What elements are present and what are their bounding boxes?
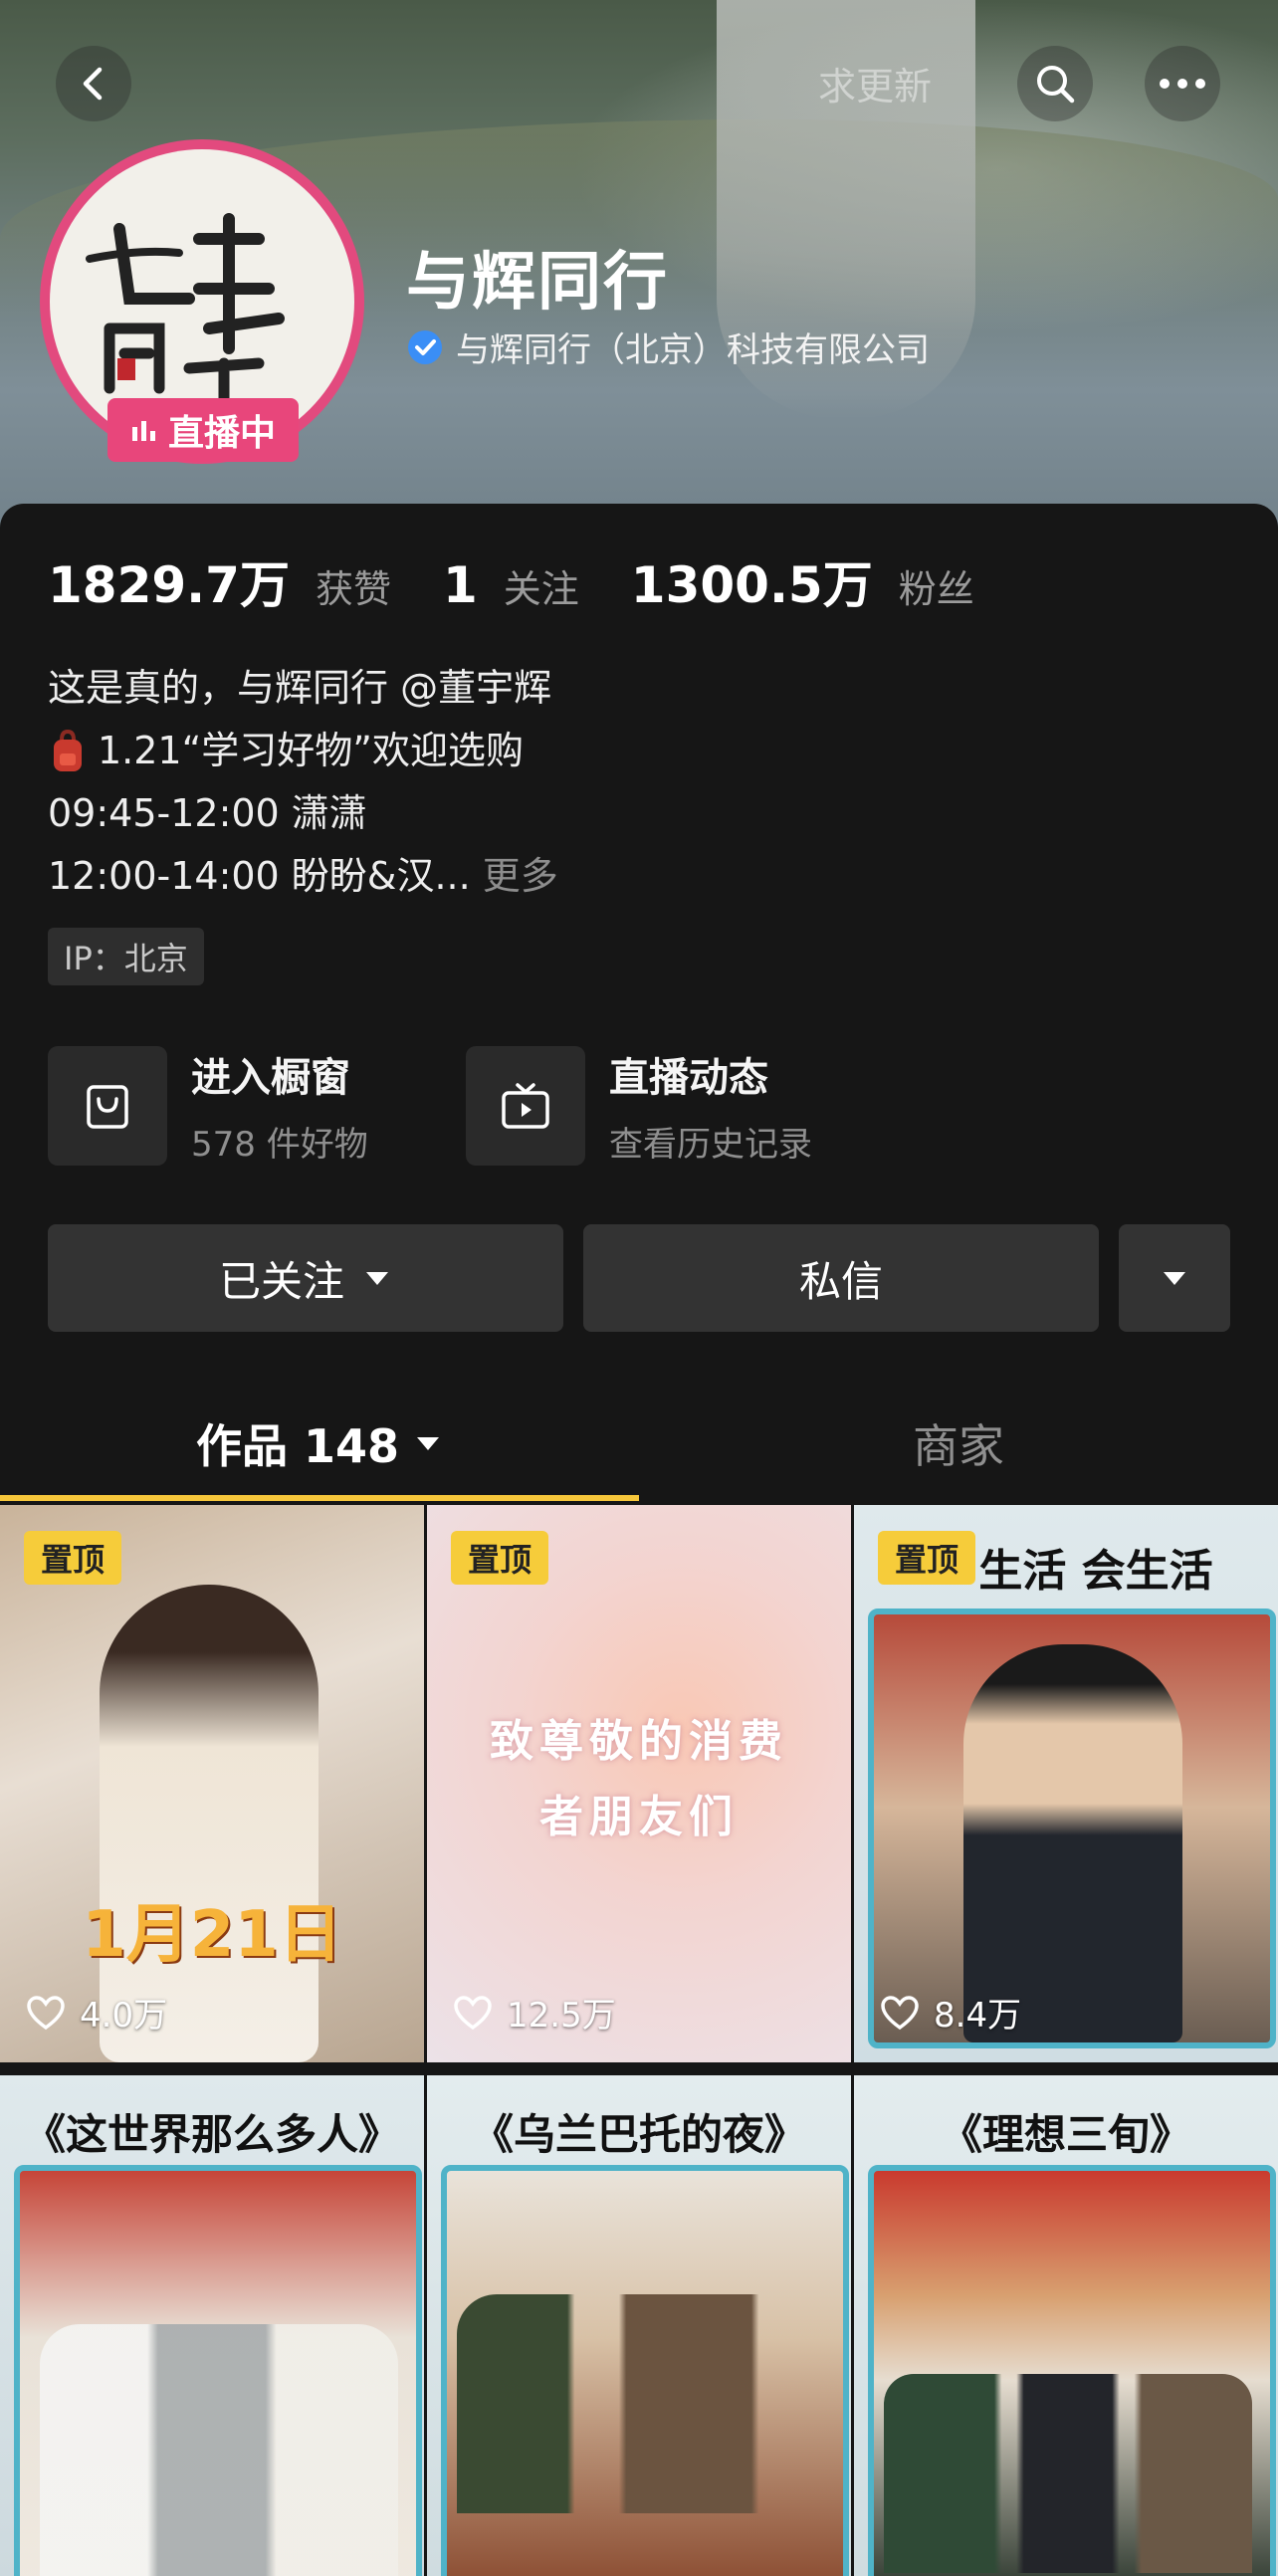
bio-line-4: 12:00-14:00 盼盼&汉... — [48, 854, 471, 898]
search-button[interactable] — [1017, 46, 1093, 121]
verified-org: 与辉同行（北京）科技有限公司 — [406, 322, 930, 371]
video-thumbnail-person — [963, 1644, 1182, 2042]
bio-line-4-row: 12:00-14:00 盼盼&汉... 更多 — [48, 845, 558, 908]
bio-line-1: 这是真的，与辉同行 @董宇辉 — [48, 666, 552, 710]
header-title-overlay: 求更新 — [818, 65, 933, 108]
video-likes-count: 8.4万 — [934, 1996, 1022, 2036]
profile-bio: 这是真的，与辉同行 @董宇辉 1.21“学习好物”欢迎选购 09:45-12:0… — [48, 657, 558, 908]
entry-icon-box — [466, 1045, 585, 1166]
heart-icon — [454, 1995, 492, 2030]
video-likes-count: 4.0万 — [80, 1996, 168, 2036]
verified-org-label: 与辉同行（北京）科技有限公司 — [456, 330, 930, 370]
live-bars-icon — [131, 421, 155, 441]
stats-row: 1829.7万 获赞 1 关注 1300.5万 粉丝 — [48, 545, 1000, 617]
likes-label: 获赞 — [315, 567, 391, 611]
bio-more-link[interactable]: 更多 — [483, 854, 558, 898]
bio-line-2-row: 1.21“学习好物”欢迎选购 — [48, 720, 558, 782]
live-badge[interactable]: 直播中 — [107, 398, 299, 462]
followers-label[interactable]: 粉丝 — [899, 558, 974, 613]
live-history-title: 直播动态 — [609, 1055, 768, 1101]
video-likes: 4.0万 — [26, 1988, 167, 2037]
video-card[interactable]: 《乌兰巴托的夜》 — [427, 2075, 851, 2576]
bio-line-2: 1.21“学习好物”欢迎选购 — [98, 729, 524, 772]
video-likes-count: 12.5万 — [507, 1996, 616, 2036]
video-overlay-text: 《这世界那么多人》 — [23, 2110, 400, 2159]
tab-merchants-label: 商家 — [913, 1419, 1004, 1473]
message-button-label: 私信 — [798, 1256, 883, 1306]
video-card[interactable]: 《这世界那么多人》 — [0, 2075, 424, 2576]
live-history-subtitle: 查看历史记录 — [609, 1125, 812, 1165]
tab-merchants[interactable]: 商家 — [639, 1408, 1278, 1478]
video-card[interactable]: 1月21日 置顶 4.0万 — [0, 1505, 424, 2062]
ip-location-tag: IP：北京 — [48, 928, 204, 985]
video-overlay-text: 1月21日 — [82, 1898, 342, 1972]
shop-window-subtitle: 578 件好物 — [191, 1125, 368, 1165]
more-actions-button[interactable] — [1119, 1224, 1230, 1332]
video-overlay-text: 《理想三旬》 — [940, 2110, 1191, 2159]
heart-icon — [881, 1995, 919, 2030]
search-icon — [1037, 66, 1075, 104]
caret-down-icon — [1164, 1272, 1185, 1285]
tab-works-label: 作品 148 — [195, 1419, 400, 1473]
video-thumbnail-people — [457, 2294, 825, 2513]
message-button[interactable]: 私信 — [583, 1224, 1099, 1332]
pinned-badge: 置顶 — [451, 1531, 548, 1585]
video-likes: 12.5万 — [453, 1988, 616, 2037]
live-history-entry[interactable]: 直播动态 查看历史记录 — [466, 1045, 812, 1166]
shop-window-entry[interactable]: 进入橱窗 578 件好物 — [48, 1045, 368, 1166]
tab-works[interactable]: 作品 148 — [0, 1408, 639, 1478]
video-thumbnail-people — [40, 2324, 398, 2576]
more-dots-icon — [1160, 79, 1205, 89]
shopping-bag-icon — [87, 1084, 128, 1129]
video-overlay-text: 《乌兰巴托的夜》 — [471, 2110, 806, 2159]
video-thumbnail-people — [884, 2374, 1252, 2573]
followers-count[interactable]: 1300.5万 — [631, 545, 873, 617]
more-options-button[interactable] — [1145, 46, 1220, 121]
followed-button-label: 已关注 — [218, 1256, 344, 1306]
video-card[interactable]: 致尊敬的消费者朋友们 置顶 12.5万 — [427, 1505, 851, 2062]
video-card[interactable]: 《理想三旬》 — [854, 2075, 1278, 2576]
following-count[interactable]: 1 — [443, 556, 478, 614]
heart-icon — [27, 1995, 65, 2030]
pinned-badge: 置顶 — [878, 1531, 975, 1585]
following-label[interactable]: 关注 — [504, 558, 579, 613]
tv-play-icon — [502, 1082, 549, 1129]
profile-name: 与辉同行 — [406, 246, 669, 320]
verified-check-icon — [408, 329, 442, 364]
video-likes: 8.4万 — [880, 1988, 1021, 2037]
entry-icon-box — [48, 1045, 167, 1166]
backpack-icon — [54, 729, 82, 771]
active-tab-indicator — [0, 1495, 639, 1501]
video-card[interactable]: 生活 会生活 置顶 8.4万 — [854, 1505, 1278, 2062]
back-button[interactable] — [56, 46, 131, 121]
video-grid: 1月21日 置顶 4.0万 致尊敬的消费者朋友们 置顶 12.5万 生活 会生活… — [0, 1505, 1278, 2576]
likes-count: 1829.7万 — [48, 556, 290, 614]
pinned-badge: 置顶 — [24, 1531, 121, 1585]
caret-down-icon — [366, 1272, 388, 1285]
back-arrow-icon — [83, 67, 103, 101]
live-badge-label: 直播中 — [167, 413, 276, 454]
video-overlay-text: 致尊敬的消费者朋友们 — [490, 1716, 788, 1842]
bio-line-3: 09:45-12:00 潇潇 — [48, 791, 367, 835]
shop-window-title: 进入橱窗 — [191, 1055, 350, 1101]
followed-button[interactable]: 已关注 — [48, 1224, 563, 1332]
caret-down-icon — [417, 1437, 440, 1450]
